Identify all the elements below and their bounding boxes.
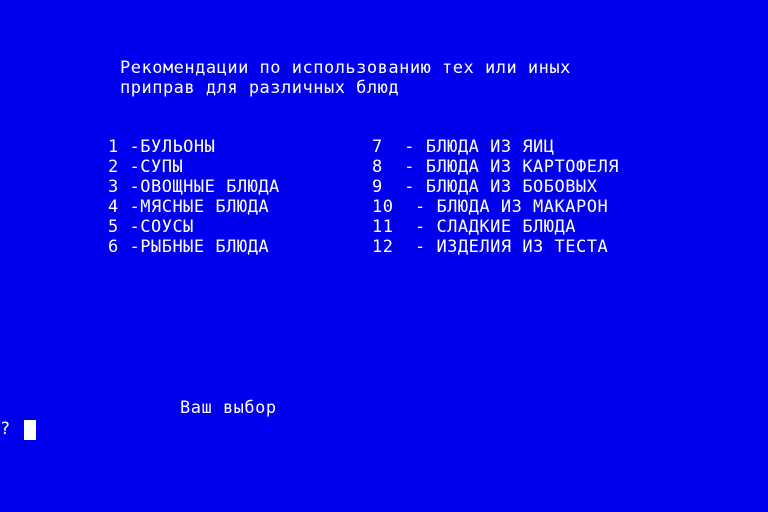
menu-left-column: 1 -БУЛЬОНЫ 2 -СУПЫ 3 -ОВОЩНЫЕ БЛЮДА 4 -М… — [108, 137, 280, 257]
menu-item-number: 2 — [108, 157, 119, 177]
menu-item-3[interactable]: 3 -ОВОЩНЫЕ БЛЮДА — [108, 177, 280, 197]
menu-item-2[interactable]: 2 -СУПЫ — [108, 157, 280, 177]
menu-item-1[interactable]: 1 -БУЛЬОНЫ — [108, 137, 280, 157]
menu-item-number: 6 — [108, 237, 119, 257]
menu-item-10[interactable]: 10 - БЛЮДА ИЗ МАКАРОН — [372, 197, 619, 217]
menu-item-6[interactable]: 6 -РЫБНЫЕ БЛЮДА — [108, 237, 280, 257]
menu-item-number: 7 — [372, 137, 383, 157]
menu-item-number: 3 — [108, 177, 119, 197]
menu-item-8[interactable]: 8 - БЛЮДА ИЗ КАРТОФЕЛЯ — [372, 157, 619, 177]
menu-item-number: 11 — [372, 217, 394, 237]
menu-item-label: - СЛАДКИЕ БЛЮДА — [414, 217, 576, 237]
menu-item-number: 10 — [372, 197, 394, 217]
menu-item-number: 12 — [372, 237, 394, 257]
menu-item-12[interactable]: 12 - ИЗДЕЛИЯ ИЗ ТЕСТА — [372, 237, 619, 257]
menu-item-number: 9 — [372, 177, 383, 197]
menu-item-5[interactable]: 5 -СОУСЫ — [108, 217, 280, 237]
menu-item-number: 8 — [372, 157, 383, 177]
menu-item-label: - БЛЮДА ИЗ КАРТОФЕЛЯ — [404, 157, 619, 177]
menu-item-label: -СОУСЫ — [129, 217, 194, 237]
menu-item-label: - ИЗДЕЛИЯ ИЗ ТЕСТА — [414, 237, 609, 257]
menu-item-label: - БЛЮДА ИЗ ЯИЦ — [404, 137, 555, 157]
choice-prompt-label: Ваш выбор — [180, 398, 277, 418]
menu-item-4[interactable]: 4 -МЯСНЫЕ БЛЮДА — [108, 197, 280, 217]
header-line-1: Рекомендации по использованию тех или ин… — [120, 58, 571, 78]
menu-item-9[interactable]: 9 - БЛЮДА ИЗ БОБОВЫХ — [372, 177, 619, 197]
menu-right-column: 7 - БЛЮДА ИЗ ЯИЦ 8 - БЛЮДА ИЗ КАРТОФЕЛЯ … — [372, 137, 619, 257]
terminal-screen: Рекомендации по использованию тех или ин… — [0, 0, 768, 512]
input-prompt-symbol: ? — [0, 419, 11, 439]
header-line-2: приправ для различных блюд — [120, 78, 400, 98]
menu-item-label: - БЛЮДА ИЗ БОБОВЫХ — [404, 177, 598, 197]
menu-item-label: -ОВОЩНЫЕ БЛЮДА — [129, 177, 280, 197]
menu-item-label: -РЫБНЫЕ БЛЮДА — [129, 237, 270, 257]
menu-item-label: - БЛЮДА ИЗ МАКАРОН — [414, 197, 609, 217]
menu-item-11[interactable]: 11 - СЛАДКИЕ БЛЮДА — [372, 217, 619, 237]
menu-item-number: 4 — [108, 197, 119, 217]
menu-item-7[interactable]: 7 - БЛЮДА ИЗ ЯИЦ — [372, 137, 619, 157]
text-cursor[interactable] — [24, 420, 36, 440]
menu-item-label: -МЯСНЫЕ БЛЮДА — [129, 197, 270, 217]
menu-item-number: 5 — [108, 217, 119, 237]
menu-item-label: -БУЛЬОНЫ — [129, 137, 216, 157]
menu-item-label: -СУПЫ — [129, 157, 184, 177]
menu-item-number: 1 — [108, 137, 119, 157]
